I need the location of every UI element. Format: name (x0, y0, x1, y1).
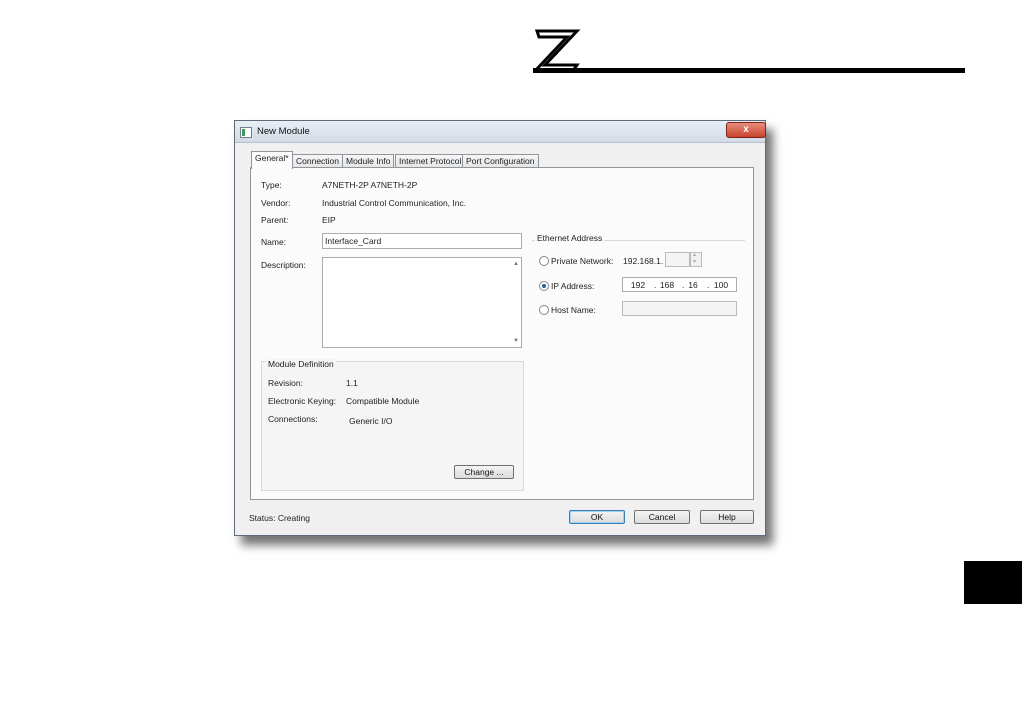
ip-address-label: IP Address: (551, 281, 595, 291)
ip-octet-2[interactable]: 168 (654, 280, 680, 290)
ip-address-radio[interactable] (539, 281, 549, 291)
type-label: Type: (261, 180, 282, 190)
ip-octet-4[interactable]: 100 (708, 280, 734, 290)
private-network-radio[interactable] (539, 256, 549, 266)
tab-general[interactable]: General* (251, 151, 293, 169)
private-network-octet-input (665, 252, 690, 267)
parent-value: EIP (322, 215, 336, 225)
private-network-prefix: 192.168.1. (623, 256, 664, 266)
electronic-keying-label: Electronic Keying: (268, 396, 337, 406)
window-title: New Module (257, 126, 310, 137)
vendor-value: Industrial Control Communication, Inc. (322, 198, 467, 208)
ip-octet-1[interactable]: 192 (625, 280, 651, 290)
help-button[interactable]: Help (700, 510, 754, 524)
cancel-button[interactable]: Cancel (634, 510, 690, 524)
header-rule (533, 68, 965, 73)
description-label: Description: (261, 260, 306, 270)
ok-button[interactable]: OK (569, 510, 625, 524)
connections-label: Connections: (268, 414, 318, 424)
description-textarea[interactable]: ▲ ▼ (322, 257, 522, 348)
general-tab-panel: Type: A7NETH-2P A7NETH-2P Vendor: Indust… (250, 167, 754, 500)
z-logo-icon (533, 29, 581, 73)
status-text: Status: Creating (249, 513, 310, 523)
connections-value: Generic I/O (349, 416, 393, 426)
ip-octet-3[interactable]: 16 (680, 280, 706, 290)
scroll-down-icon[interactable]: ▼ (513, 338, 519, 344)
app-icon (240, 127, 252, 138)
electronic-keying-value: Compatible Module (346, 396, 420, 406)
vendor-label: Vendor: (261, 198, 291, 208)
spin-arrows-icon (690, 251, 702, 267)
revision-label: Revision: (268, 378, 303, 388)
host-name-label: Host Name: (551, 305, 596, 315)
host-name-input (622, 301, 737, 316)
module-definition-title: Module Definition (266, 359, 336, 369)
ethernet-address-title: Ethernet Address (535, 233, 605, 243)
tab-module-info[interactable]: Module Info (342, 154, 395, 168)
close-button[interactable]: x (726, 122, 766, 138)
revision-value: 1.1 (346, 378, 358, 388)
module-definition-group: Module Definition Revision: 1.1 Electron… (261, 359, 524, 491)
private-network-label: Private Network: (551, 256, 614, 266)
tab-internet-protocol[interactable]: Internet Protocol (395, 154, 466, 168)
scroll-up-icon[interactable]: ▲ (513, 261, 519, 267)
chapter-tab (964, 561, 1022, 604)
parent-label: Parent: (261, 215, 289, 225)
tab-connection[interactable]: Connection (292, 154, 344, 168)
new-module-dialog: New Module x General* Connection Module … (234, 120, 766, 536)
name-label: Name: (261, 237, 287, 247)
host-name-radio[interactable] (539, 305, 549, 315)
name-input[interactable]: Interface_Card (322, 233, 522, 249)
type-value: A7NETH-2P A7NETH-2P (322, 180, 418, 190)
title-bar: New Module x (235, 121, 766, 143)
ip-address-input[interactable]: 192 . 168 . 16 . 100 (622, 277, 737, 292)
tab-port-configuration[interactable]: Port Configuration (462, 154, 539, 168)
change-button[interactable]: Change ... (454, 465, 514, 479)
